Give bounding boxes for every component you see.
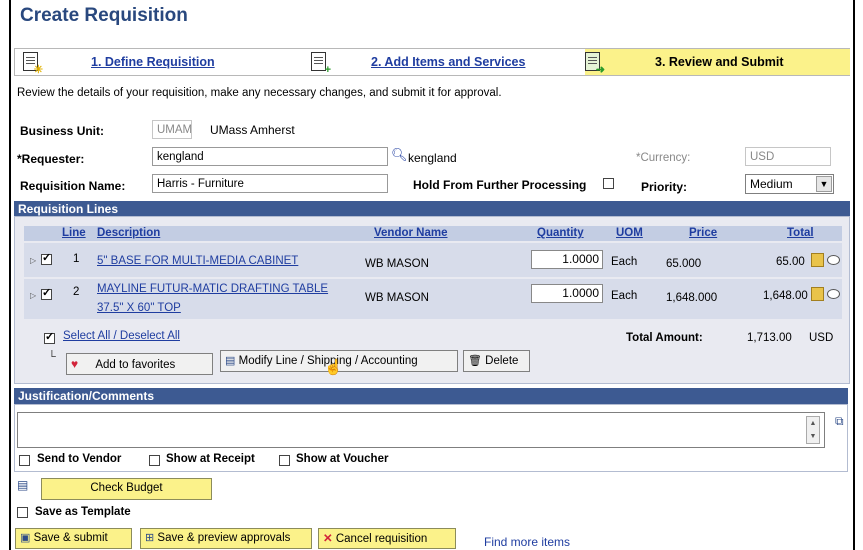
requester-input[interactable]: kengland — [152, 147, 388, 166]
line-number: 1 — [73, 253, 80, 265]
add-items-icon: + — [311, 52, 331, 76]
show-at-voucher-checkbox[interactable] — [279, 455, 290, 466]
justification-header: Justification/Comments — [14, 388, 848, 404]
save-submit-button[interactable]: ▣ Save & submit — [15, 528, 132, 549]
check-budget-icon: ▤ — [17, 478, 29, 492]
show-at-voucher-label: Show at Voucher — [296, 453, 389, 465]
check-budget-button[interactable]: Check Budget — [41, 478, 212, 500]
send-to-vendor-checkbox[interactable] — [19, 455, 30, 466]
line-1-checkbox[interactable] — [41, 251, 52, 265]
col-price[interactable]: Price — [689, 227, 717, 239]
delete-label: Delete — [485, 355, 519, 367]
add-to-favorites-button[interactable]: ♥ Add to favorites — [66, 353, 213, 375]
col-vendor[interactable]: Vendor Name — [374, 227, 448, 239]
hold-checkbox[interactable] — [603, 178, 614, 189]
total-amount-value: 1,713.00 — [747, 332, 792, 344]
col-total[interactable]: Total — [787, 227, 814, 239]
save-disk-icon: ▣ — [20, 532, 31, 544]
line-price: 1,648.000 — [666, 292, 718, 304]
show-at-receipt-label: Show at Receipt — [166, 453, 255, 465]
line-total: 65.00 — [776, 256, 805, 268]
line-price: 65.000 — [666, 258, 702, 270]
tree-connector: └ — [48, 351, 56, 363]
col-line[interactable]: Line — [62, 227, 86, 239]
line-details-icon[interactable] — [811, 287, 824, 301]
heart-plus-icon: ♥ — [71, 357, 79, 371]
save-preview-button[interactable]: ⊞ Save & preview approvals — [140, 528, 312, 549]
currency-field: USD — [745, 147, 831, 166]
save-as-template-checkbox[interactable] — [17, 507, 28, 518]
currency-label: *Currency: — [636, 152, 691, 164]
requisition-name-label: Requisition Name: — [20, 179, 126, 193]
quantity-input[interactable]: 1.0000 — [531, 250, 603, 269]
line-total: 1,648.00 — [763, 290, 808, 302]
cancel-requisition-button[interactable]: ✕ Cancel requisition — [318, 528, 456, 549]
page-title: Create Requisition — [20, 5, 188, 26]
total-amount-label: Total Amount: — [626, 332, 703, 344]
line-description-link[interactable]: MAYLINE FUTUR-MATIC DRAFTING TABLE — [97, 283, 328, 295]
line-number: 2 — [73, 286, 80, 298]
save-submit-label: Save & submit — [33, 532, 108, 544]
trash-icon: 🗑︎ — [468, 355, 482, 367]
step-navigation: ✳ 1. Define Requisition + 2. Add Items a… — [14, 48, 850, 76]
save-preview-label: Save & preview approvals — [157, 532, 291, 544]
chevron-down-icon: ▼ — [816, 176, 832, 192]
show-at-receipt-checkbox[interactable] — [149, 455, 160, 466]
comment-icon[interactable] — [827, 289, 840, 299]
hold-label: Hold From Further Processing — [413, 178, 587, 192]
requester-lookup-icon[interactable]: 🔍︎ — [391, 147, 408, 163]
line-vendor: WB MASON — [365, 258, 429, 270]
find-more-items-link[interactable]: Find more items — [484, 535, 570, 549]
delete-button[interactable]: 🗑︎ Delete — [463, 350, 530, 372]
requisition-lines-header: Requisition Lines — [14, 201, 850, 217]
approval-hierarchy-icon: ⊞ — [145, 532, 155, 544]
total-currency: USD — [809, 332, 834, 344]
scroll-up-icon[interactable]: ▲ — [807, 417, 819, 430]
requester-description: kengland — [408, 151, 457, 165]
priority-label: Priority: — [641, 180, 688, 194]
send-to-vendor-label: Send to Vendor — [37, 453, 122, 465]
cancel-x-icon: ✕ — [323, 533, 333, 545]
line-vendor: WB MASON — [365, 292, 429, 304]
line-description-link[interactable]: 5" BASE FOR MULTI-MEDIA CABINET — [97, 255, 298, 267]
expand-row-icon[interactable]: ▷ — [30, 256, 36, 265]
scroll-down-icon[interactable]: ▼ — [807, 430, 819, 443]
col-description[interactable]: Description — [97, 227, 160, 239]
priority-select[interactable]: Medium ▼ — [745, 174, 834, 194]
business-unit-description: UMass Amherst — [210, 123, 295, 137]
step-add-items[interactable]: 2. Add Items and Services — [371, 55, 525, 69]
line-uom: Each — [611, 290, 638, 302]
review-submit-icon: ➜ — [585, 52, 605, 76]
cancel-requisition-label: Cancel requisition — [335, 533, 428, 545]
comment-icon[interactable] — [827, 255, 840, 265]
textarea-scrollbar[interactable]: ▲ ▼ — [806, 416, 820, 444]
select-all-link[interactable]: Select All / Deselect All — [63, 330, 180, 342]
business-unit-field: UMAMH — [152, 120, 192, 139]
quantity-input[interactable]: 1.0000 — [531, 284, 603, 303]
requisition-name-input[interactable]: Harris - Furniture — [152, 174, 388, 193]
priority-value: Medium — [750, 177, 793, 191]
expand-textarea-icon[interactable]: ⧉ — [835, 414, 844, 429]
instructions-text: Review the details of your requisition, … — [17, 87, 502, 99]
edit-document-icon: ▤ — [225, 355, 236, 367]
expand-row-icon[interactable]: ▷ — [30, 291, 36, 300]
line-uom: Each — [611, 256, 638, 268]
mouse-cursor-icon: ☝ — [324, 359, 343, 376]
justification-textarea[interactable]: ▲ ▼ — [17, 412, 825, 448]
define-requisition-icon: ✳ — [23, 52, 43, 76]
line-description-link-cont[interactable]: 37.5" X 60" TOP — [97, 302, 181, 314]
add-to-favorites-label: Add to favorites — [95, 359, 176, 371]
col-uom[interactable]: UOM — [616, 227, 643, 239]
step-define-requisition[interactable]: 1. Define Requisition — [91, 55, 215, 69]
line-2-checkbox[interactable] — [41, 286, 52, 300]
select-all-checkbox[interactable] — [44, 330, 55, 344]
requester-label: *Requester: — [17, 152, 85, 166]
line-details-icon[interactable] — [811, 253, 824, 267]
business-unit-label: Business Unit: — [20, 124, 105, 138]
col-quantity[interactable]: Quantity — [537, 227, 584, 239]
save-as-template-label: Save as Template — [35, 506, 131, 518]
step-review-submit: 3. Review and Submit — [655, 55, 784, 69]
